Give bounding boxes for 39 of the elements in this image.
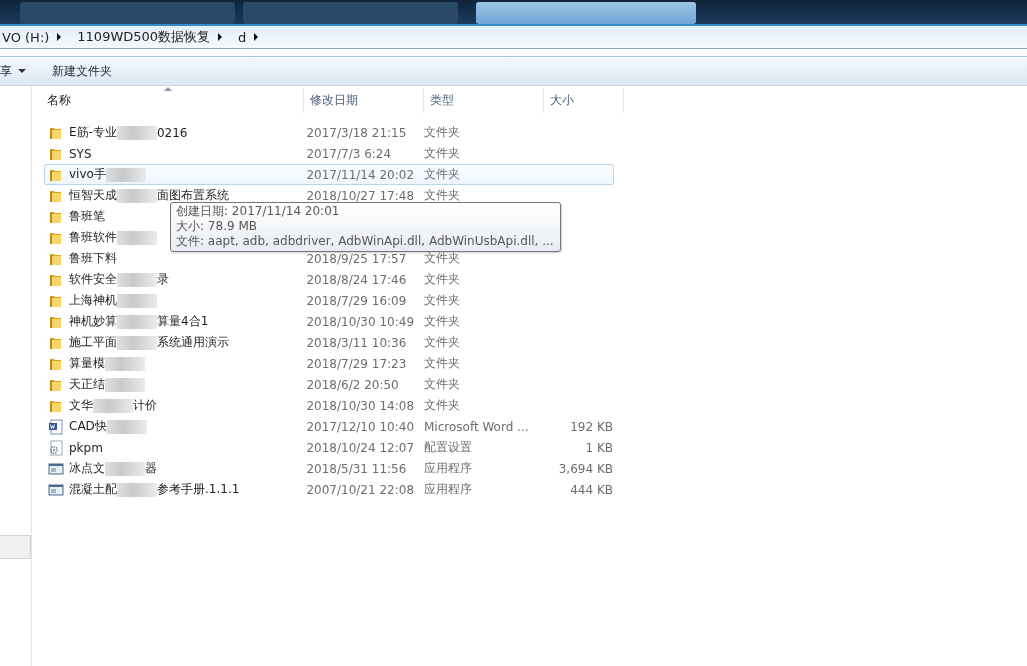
tooltip-line: 文件: aapt, adb, adbdriver, AdbWinApi.dll, AdbWinUsbApi.dll, ... xyxy=(176,234,554,249)
type-cell-text: 应用程序 xyxy=(423,481,473,498)
type-cell-text: 文件夹 xyxy=(423,271,461,288)
date-cell-text: 2018/8/24 17:46 xyxy=(305,272,408,287)
size-cell-text: 3,694 KB xyxy=(557,461,613,476)
size-cell-text: 444 KB xyxy=(569,482,613,497)
type-cell-text: 文件夹 xyxy=(423,334,461,351)
type-cell-text: 配置设置 xyxy=(423,439,473,456)
date-cell-text: 2017/7/3 6:24 xyxy=(305,146,393,161)
type-cell-text: Microsoft Word ... xyxy=(423,419,530,434)
date-cell-text: 2018/10/27 17:48 xyxy=(305,188,415,203)
type-cell-text: 文件夹 xyxy=(423,355,461,372)
type-cell-text: 文件夹 xyxy=(423,397,461,414)
date-cell-text: 2018/9/25 17:57 xyxy=(305,251,408,266)
type-cell-text: 文件夹 xyxy=(423,124,461,141)
type-cell-text: 文件夹 xyxy=(423,313,461,330)
date-cell-text: 2018/10/24 12:07 xyxy=(305,440,415,455)
date-cell-text: 2018/7/29 17:23 xyxy=(305,356,408,371)
date-cell-text: 2018/10/30 10:49 xyxy=(305,314,415,329)
date-cell-text: 2018/6/2 20:50 xyxy=(305,377,400,392)
date-cell-text: 2018/7/29 16:09 xyxy=(305,293,408,308)
type-cell-text: 文件夹 xyxy=(423,187,461,204)
type-cell-text: 文件夹 xyxy=(423,292,461,309)
date-cell-text: 2018/5/31 11:56 xyxy=(305,461,408,476)
tooltip-line: 创建日期: 2017/11/14 20:01 xyxy=(176,204,341,219)
type-cell-text: 文件夹 xyxy=(423,376,461,393)
date-cell-text: 2007/10/21 22:08 xyxy=(305,482,415,497)
size-cell-text: 1 KB xyxy=(584,440,613,455)
date-cell-text: 2017/3/18 21:15 xyxy=(305,125,408,140)
size-cell-text: 192 KB xyxy=(569,419,613,434)
type-cell-text: 文件夹 xyxy=(423,166,461,183)
date-cell-text: 2018/3/11 10:36 xyxy=(305,335,408,350)
type-cell-text: 文件夹 xyxy=(423,145,461,162)
date-cell-text: 2017/11/14 20:02 xyxy=(305,167,415,182)
type-cell-text: 文件夹 xyxy=(423,250,461,267)
date-cell-text: 2017/12/10 10:40 xyxy=(305,419,415,434)
tooltip-line: 大小: 78.9 MB xyxy=(176,219,258,234)
type-cell-text: 应用程序 xyxy=(423,460,473,477)
date-cell-text: 2018/10/30 14:08 xyxy=(305,398,415,413)
